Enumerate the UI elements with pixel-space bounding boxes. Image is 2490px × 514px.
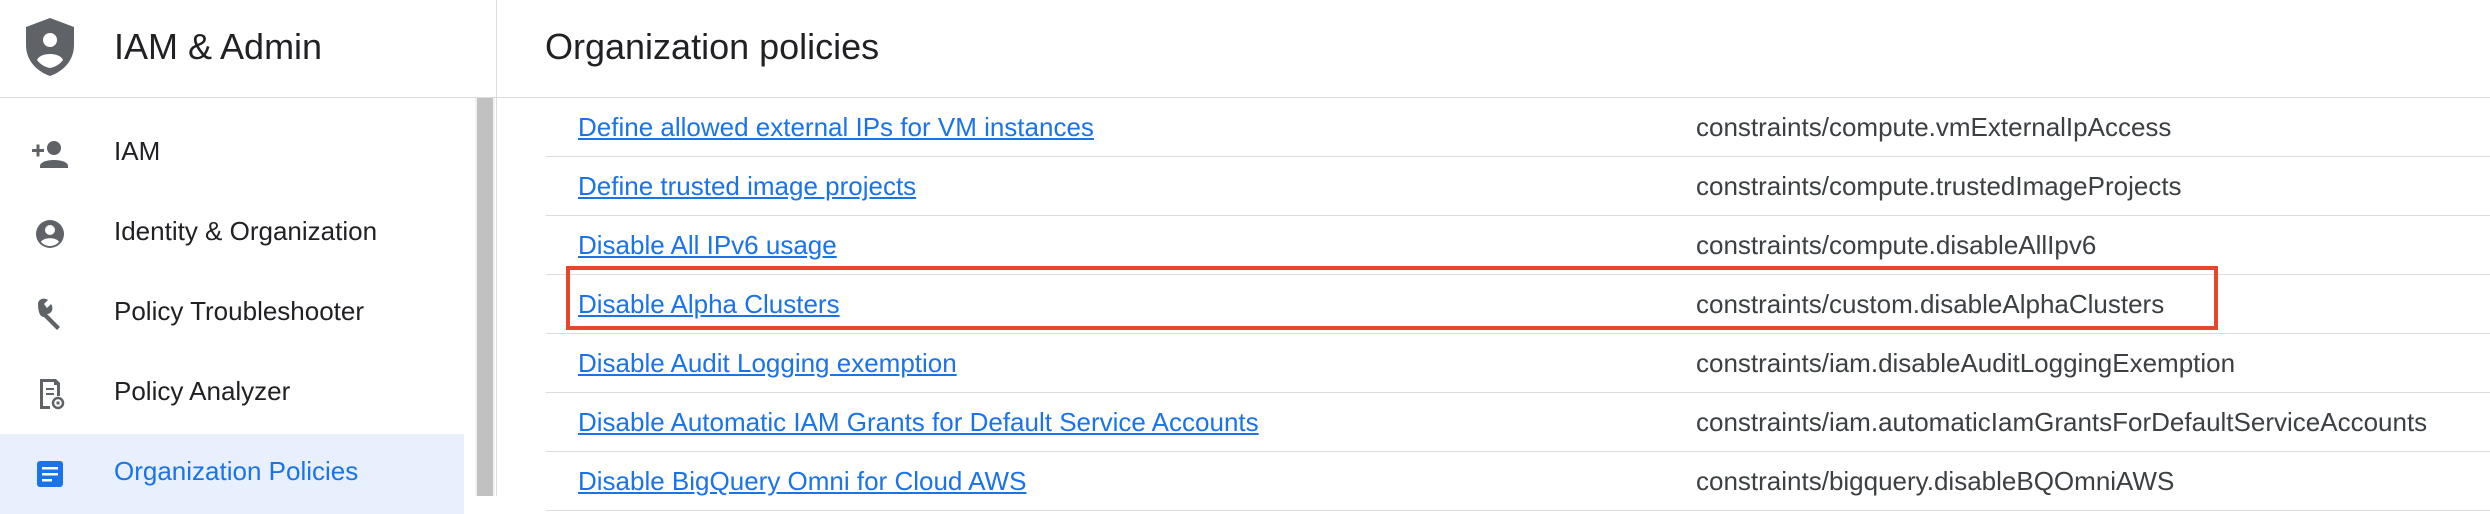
table-row: Define allowed external IPs for VM insta… bbox=[546, 98, 2490, 157]
constraint-id: constraints/bigquery.disableBQOmniAWS bbox=[1696, 466, 2175, 496]
policy-link[interactable]: Disable Audit Logging exemption bbox=[578, 348, 957, 379]
sidebar-item-label: Identity & Organization bbox=[114, 216, 378, 246]
policy-link[interactable]: Disable All IPv6 usage bbox=[578, 230, 837, 261]
constraint-id: constraints/compute.disableAllIpv6 bbox=[1696, 230, 2097, 260]
person-add-icon bbox=[30, 134, 70, 174]
constraint-id: constraints/iam.automaticIamGrantsForDef… bbox=[1696, 407, 2428, 437]
wrench-icon bbox=[30, 294, 70, 334]
policy-link[interactable]: Define trusted image projects bbox=[578, 171, 916, 202]
policy-link[interactable]: Disable BigQuery Omni for Cloud AWS bbox=[578, 466, 1026, 497]
sidebar-item-policy-analyzer[interactable]: Policy Analyzer bbox=[0, 354, 464, 434]
sidebar-item-iam[interactable]: IAM bbox=[0, 114, 464, 194]
policy-link[interactable]: Disable Automatic IAM Grants for Default… bbox=[578, 407, 1259, 438]
highlight-box bbox=[566, 266, 2218, 330]
account-circle-icon bbox=[30, 214, 70, 254]
sidebar-item-label: IAM bbox=[114, 136, 161, 166]
sidebar-item-organization-policies[interactable]: Organization Policies bbox=[0, 434, 464, 514]
list-document-icon bbox=[30, 454, 70, 494]
main-header: Organization policies bbox=[497, 0, 2490, 98]
table-row: Disable BigQuery Omni for Cloud AWS cons… bbox=[546, 452, 2490, 511]
sidebar-item-label: Policy Analyzer bbox=[114, 376, 291, 406]
policy-analyzer-icon bbox=[30, 374, 70, 414]
shield-icon bbox=[22, 16, 78, 78]
sidebar: IAM & Admin IAM Identity & Organization bbox=[0, 0, 497, 514]
table-row: Define trusted image projects constraint… bbox=[546, 157, 2490, 216]
page-title: Organization policies bbox=[545, 26, 880, 67]
sidebar-item-identity-organization[interactable]: Identity & Organization bbox=[0, 194, 464, 274]
constraint-id: constraints/compute.trustedImageProjects bbox=[1696, 171, 2182, 201]
constraint-id: constraints/compute.vmExternalIpAccess bbox=[1696, 112, 2172, 142]
scrollbar-thumb[interactable] bbox=[477, 98, 493, 496]
table-row: Disable Automatic IAM Grants for Default… bbox=[546, 393, 2490, 452]
sidebar-header: IAM & Admin bbox=[0, 0, 496, 98]
sidebar-scrollbar[interactable] bbox=[475, 98, 495, 496]
sidebar-item-label: Organization Policies bbox=[114, 456, 359, 486]
product-title: IAM & Admin bbox=[114, 26, 323, 67]
constraint-id: constraints/iam.disableAuditLoggingExemp… bbox=[1696, 348, 2236, 378]
policy-link[interactable]: Define allowed external IPs for VM insta… bbox=[578, 112, 1094, 143]
sidebar-item-policy-troubleshooter[interactable]: Policy Troubleshooter bbox=[0, 274, 464, 354]
table-row: Disable Audit Logging exemption constrai… bbox=[546, 334, 2490, 393]
sidebar-item-label: Policy Troubleshooter bbox=[114, 296, 365, 326]
